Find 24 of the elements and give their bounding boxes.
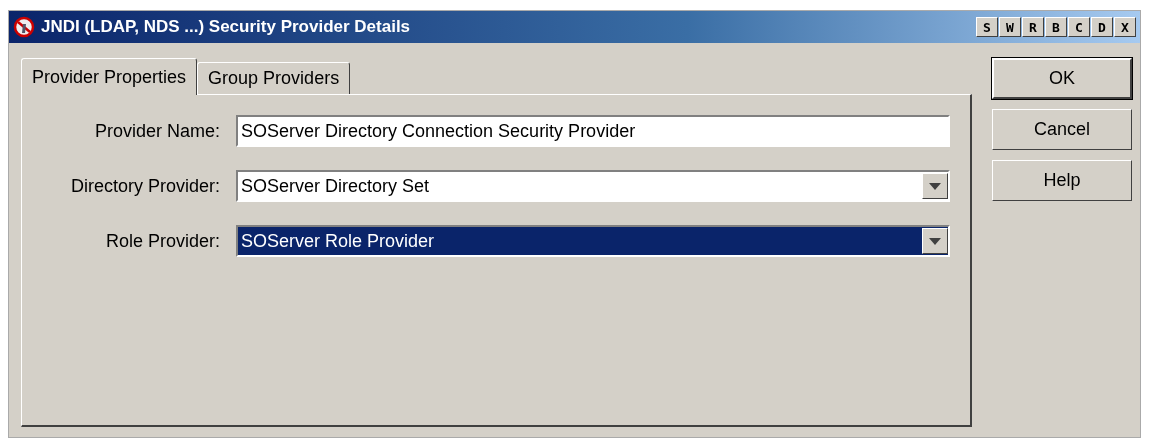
tab[interactable]: Provider Properties bbox=[21, 58, 198, 95]
dialog-button[interactable]: Cancel bbox=[992, 109, 1132, 150]
dropdown-button[interactable] bbox=[922, 228, 948, 254]
title-bar-button[interactable]: R bbox=[1022, 17, 1044, 37]
field-label: Role Provider: bbox=[104, 230, 220, 252]
dropdown-button[interactable] bbox=[922, 173, 948, 199]
title-bar-button[interactable]: X bbox=[1114, 17, 1136, 37]
dropdown-field[interactable]: SOServer Directory Set bbox=[236, 170, 950, 202]
caret-icon bbox=[929, 237, 941, 245]
title-bar-button[interactable]: W bbox=[999, 17, 1021, 37]
dropdown-field[interactable]: SOServer Role Provider bbox=[236, 225, 950, 257]
title-bar-button[interactable]: D bbox=[1091, 17, 1113, 37]
dialog-button[interactable]: OK bbox=[992, 58, 1132, 99]
title-bar-button[interactable]: B bbox=[1045, 17, 1067, 37]
field-label: Provider Name: bbox=[93, 120, 220, 142]
text-field[interactable]: SOServer Directory Connection Security Provider bbox=[236, 115, 950, 147]
app-logo-icon bbox=[13, 16, 35, 38]
title-bar-button[interactable]: C bbox=[1068, 17, 1090, 37]
window-title: JNDI (LDAP, NDS ...) Security Provider Details bbox=[41, 17, 412, 37]
field-label: Directory Provider: bbox=[69, 175, 220, 197]
title-bar-button[interactable]: S bbox=[976, 17, 998, 37]
tab[interactable]: Group Providers bbox=[197, 62, 351, 94]
dialog-button[interactable]: Help bbox=[992, 160, 1132, 201]
caret-icon bbox=[929, 182, 941, 190]
